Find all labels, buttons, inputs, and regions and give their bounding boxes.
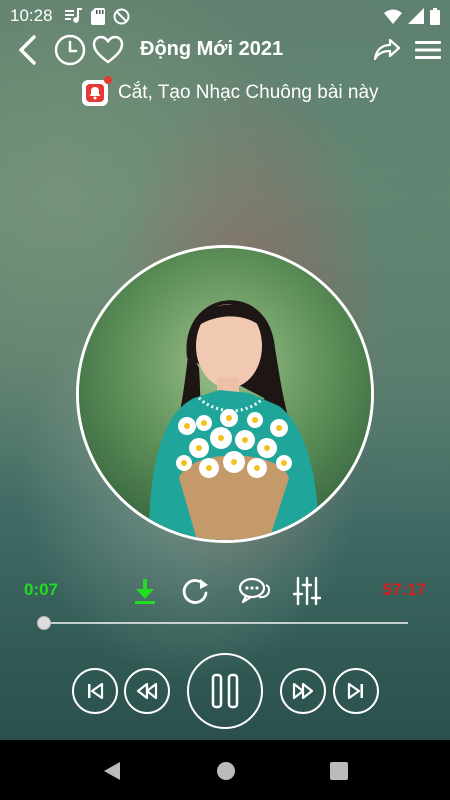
status-bar: 10:28 (0, 0, 450, 32)
menu-icon[interactable] (413, 32, 443, 68)
next-icon[interactable] (333, 668, 379, 714)
heart-icon[interactable] (91, 32, 125, 68)
fast-forward-icon[interactable] (280, 668, 326, 714)
seek-bar[interactable] (44, 622, 408, 624)
signal-icon (408, 8, 424, 24)
transport-controls (0, 650, 450, 734)
seek-bar-thumb[interactable] (37, 616, 51, 630)
player-actions-row: 0:07 57:17 (0, 572, 450, 608)
wifi-icon (384, 9, 402, 24)
history-clock-icon[interactable] (53, 32, 87, 68)
total-time: 57:17 (382, 580, 426, 599)
equalizer-icon[interactable] (290, 574, 324, 608)
ringtone-banner[interactable]: Cắt, Tạo Nhạc Chuông bài này (82, 76, 379, 108)
back-arrow-icon[interactable] (12, 32, 42, 68)
ringtone-label: Cắt, Tạo Nhạc Chuông bài này (118, 82, 379, 103)
song-title: Động Mới 2021 (140, 38, 284, 60)
player-toolbar: Động Mới 2021 (0, 30, 450, 70)
share-icon[interactable] (372, 32, 402, 68)
status-time: 10:28 (10, 6, 53, 25)
battery-icon (430, 7, 440, 25)
sd-card-icon (90, 7, 105, 25)
recents-square-icon[interactable] (327, 760, 351, 782)
previous-icon[interactable] (72, 668, 118, 714)
back-triangle-icon[interactable] (100, 760, 124, 782)
ringtone-cut-icon (82, 76, 112, 106)
rewind-icon[interactable] (124, 668, 170, 714)
notification-dot (104, 76, 112, 84)
pause-icon[interactable] (187, 653, 263, 729)
album-art-image (79, 248, 371, 540)
album-art (76, 245, 374, 543)
comment-icon[interactable] (237, 574, 273, 608)
home-circle-icon[interactable] (214, 760, 238, 782)
repeat-icon[interactable] (178, 574, 212, 608)
system-nav-bar (0, 740, 450, 800)
download-icon[interactable] (128, 574, 162, 608)
at-sign-icon (113, 8, 130, 25)
elapsed-time: 0:07 (24, 580, 59, 599)
playlist-music-icon (64, 8, 83, 24)
